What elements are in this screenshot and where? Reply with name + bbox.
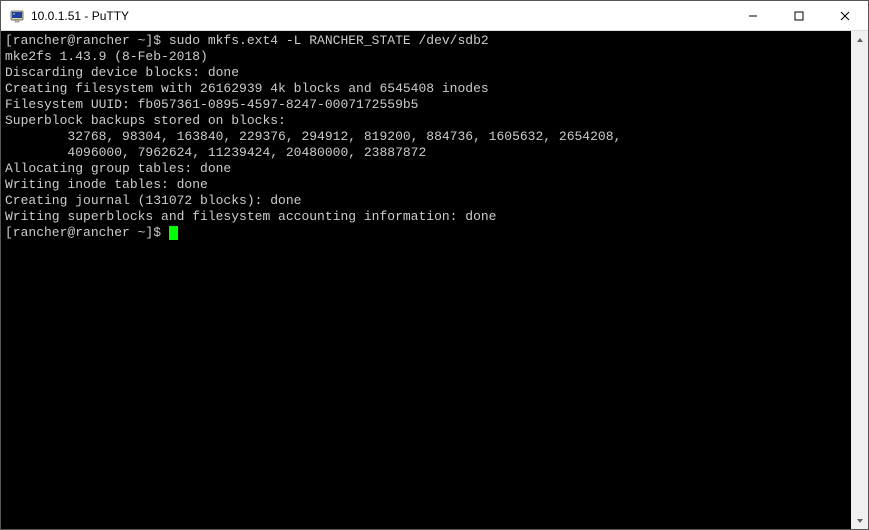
scrollbar[interactable] — [851, 31, 868, 529]
window-controls — [730, 1, 868, 31]
shell-prompt: [rancher@rancher ~]$ — [5, 225, 169, 240]
maximize-button[interactable] — [776, 1, 822, 31]
output-line: Discarding device blocks: done — [5, 65, 847, 81]
putty-icon — [9, 8, 25, 24]
output-line: Writing superblocks and filesystem accou… — [5, 209, 847, 225]
close-button[interactable] — [822, 1, 868, 31]
minimize-button[interactable] — [730, 1, 776, 31]
terminal[interactable]: [rancher@rancher ~]$ sudo mkfs.ext4 -L R… — [1, 31, 851, 529]
output-line: Allocating group tables: done — [5, 161, 847, 177]
output-line: Writing inode tables: done — [5, 177, 847, 193]
output-line: 4096000, 7962624, 11239424, 20480000, 23… — [5, 145, 847, 161]
output-line: mke2fs 1.43.9 (8-Feb-2018) — [5, 49, 847, 65]
output-line: Creating filesystem with 26162939 4k blo… — [5, 81, 847, 97]
scrollbar-track[interactable] — [851, 48, 868, 512]
shell-prompt: [rancher@rancher ~]$ — [5, 33, 169, 48]
putty-window: 10.0.1.51 - PuTTY [rancher@rancher ~]$ s… — [0, 0, 869, 530]
window-title: 10.0.1.51 - PuTTY — [31, 9, 730, 23]
terminal-wrapper: [rancher@rancher ~]$ sudo mkfs.ext4 -L R… — [1, 31, 868, 529]
scroll-down-button[interactable] — [851, 512, 868, 529]
output-line: Filesystem UUID: fb057361-0895-4597-8247… — [5, 97, 847, 113]
terminal-cursor — [169, 226, 178, 240]
scroll-up-button[interactable] — [851, 31, 868, 48]
titlebar[interactable]: 10.0.1.51 - PuTTY — [1, 1, 868, 31]
output-line: Superblock backups stored on blocks: — [5, 113, 847, 129]
output-line: Creating journal (131072 blocks): done — [5, 193, 847, 209]
output-line: 32768, 98304, 163840, 229376, 294912, 81… — [5, 129, 847, 145]
command-text: sudo mkfs.ext4 -L RANCHER_STATE /dev/sdb… — [169, 33, 489, 48]
